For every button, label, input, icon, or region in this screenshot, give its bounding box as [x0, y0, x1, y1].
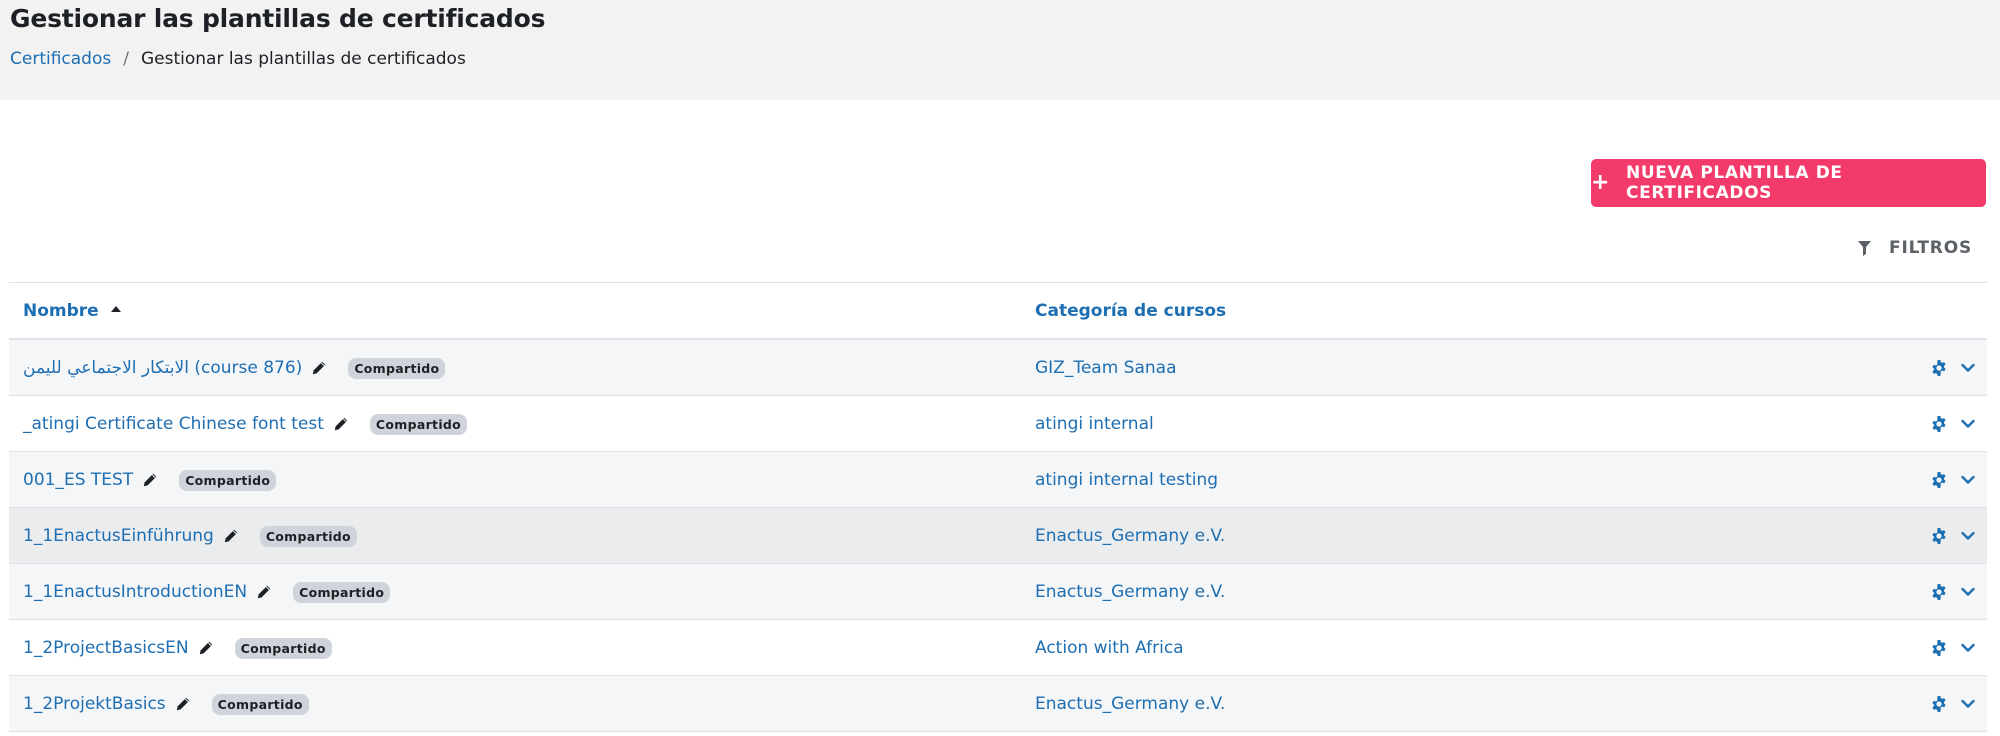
template-name-cell: 001_ES TEST Compartido — [23, 452, 277, 508]
row-actions — [1931, 396, 1975, 452]
template-name-link[interactable]: 1_1EnactusEinführung — [23, 526, 214, 546]
table-row: 1_2ProjektBasics Compartido Enactus_German… — [9, 676, 1987, 732]
settings-gear-icon[interactable] — [1931, 640, 1947, 656]
edit-pencil-icon[interactable] — [334, 417, 348, 431]
edit-pencil-icon[interactable] — [312, 361, 326, 375]
shared-badge: Compartido — [348, 357, 446, 379]
settings-gear-icon[interactable] — [1931, 360, 1947, 376]
template-name-cell: 1_1EnactusIntroductionEN Compartido — [23, 564, 391, 620]
breadcrumb-separator: / — [123, 49, 129, 69]
course-category-cell: atingi internal — [1035, 414, 1154, 434]
chevron-down-icon[interactable] — [1961, 475, 1975, 485]
column-header-category-label: Categoría de cursos — [1035, 301, 1227, 321]
page-header: Gestionar las plantillas de certificados… — [0, 0, 2000, 100]
edit-pencil-icon[interactable] — [199, 641, 213, 655]
template-name-cell: 1_2ProjectBasicsEN Compartido — [23, 620, 332, 676]
course-category-cell: Enactus_Germany e.V. — [1035, 582, 1226, 602]
shared-badge: Compartido — [369, 413, 468, 435]
template-name-link[interactable]: 1_2ProjektBasics — [23, 694, 166, 714]
course-category-cell: atingi internal testing — [1035, 470, 1219, 490]
table-row: 1_1EnactusEinführung Compartido Enactus_Ge… — [9, 508, 1987, 564]
filter-icon — [1858, 240, 1872, 256]
edit-pencil-icon[interactable] — [224, 529, 238, 543]
new-certificate-template-button[interactable]: + NUEVA PLANTILLA DE CERTIFICADOS — [1591, 159, 1986, 207]
settings-gear-icon[interactable] — [1931, 472, 1947, 488]
template-name-cell: _atingi Certificate Chinese font test Com… — [23, 396, 468, 452]
row-actions — [1931, 620, 1975, 676]
plus-icon: + — [1591, 170, 1611, 195]
table-row: _atingi Certificate Chinese font test Com… — [9, 396, 1987, 452]
chevron-down-icon[interactable] — [1961, 587, 1975, 597]
chevron-down-icon[interactable] — [1961, 699, 1975, 709]
shared-badge: Compartido — [211, 693, 309, 715]
row-actions — [1931, 508, 1975, 564]
row-actions — [1931, 564, 1975, 620]
table-body: الابتكار الاجتماعي لليمن (course 876) Com… — [9, 340, 1987, 732]
settings-gear-icon[interactable] — [1931, 584, 1947, 600]
table-row: 001_ES TEST Compartido atingi internal tes… — [9, 452, 1987, 508]
chevron-down-icon[interactable] — [1961, 363, 1975, 373]
template-name-link[interactable]: _atingi Certificate Chinese font test — [23, 414, 324, 434]
column-header-category[interactable]: Categoría de cursos — [1035, 301, 1226, 321]
page-title: Gestionar las plantillas de certificados — [10, 4, 546, 33]
shared-badge: Compartido — [259, 525, 357, 547]
course-category-cell: Action with Africa — [1035, 638, 1184, 658]
certificate-templates-table: Nombre Categoría de cursos الابتكار الاج… — [9, 282, 1987, 732]
settings-gear-icon[interactable] — [1931, 696, 1947, 712]
filters-button[interactable]: FILTROS — [1858, 238, 1972, 258]
template-name-link[interactable]: 1_2ProjectBasicsEN — [23, 638, 189, 658]
course-category-cell: Enactus_Germany e.V. — [1035, 526, 1226, 546]
column-header-name-label: Nombre — [23, 301, 99, 321]
template-name-link[interactable]: 001_ES TEST — [23, 470, 133, 490]
breadcrumb: Certificados / Gestionar las plantillas … — [10, 49, 466, 69]
row-actions — [1931, 676, 1975, 732]
course-category-cell: GIZ_Team Sanaa — [1035, 358, 1177, 378]
shared-badge: Compartido — [234, 637, 332, 659]
settings-gear-icon[interactable] — [1931, 528, 1947, 544]
chevron-down-icon[interactable] — [1961, 419, 1975, 429]
breadcrumb-current: Gestionar las plantillas de certificados — [140, 49, 466, 69]
column-header-name[interactable]: Nombre — [23, 301, 121, 321]
sort-ascending-icon — [110, 306, 121, 312]
row-actions — [1931, 452, 1975, 508]
new-certificate-template-label: NUEVA PLANTILLA DE CERTIFICADOS — [1626, 163, 1843, 203]
template-name-link[interactable]: 1_1EnactusIntroductionEN — [23, 582, 247, 602]
edit-pencil-icon[interactable] — [176, 697, 190, 711]
template-name-cell: 1_2ProjektBasics Compartido — [23, 676, 309, 732]
chevron-down-icon[interactable] — [1961, 643, 1975, 653]
edit-pencil-icon[interactable] — [257, 585, 271, 599]
chevron-down-icon[interactable] — [1961, 531, 1975, 541]
breadcrumb-link-certificados[interactable]: Certificados — [10, 49, 111, 69]
table-row: 1_1EnactusIntroductionEN Compartido Enactu… — [9, 564, 1987, 620]
table-row: الابتكار الاجتماعي لليمن (course 876) Com… — [9, 340, 1987, 396]
template-name-cell: الابتكار الاجتماعي لليمن (course 876) Com… — [23, 340, 446, 396]
table-row: 1_2ProjectBasicsEN Compartido Action with … — [9, 620, 1987, 676]
filters-label: FILTROS — [1889, 238, 1972, 258]
table-header: Nombre Categoría de cursos — [9, 282, 1987, 340]
shared-badge: Compartido — [293, 581, 391, 603]
template-name-cell: 1_1EnactusEinführung Compartido — [23, 508, 357, 564]
shared-badge: Compartido — [179, 469, 277, 491]
row-actions — [1931, 340, 1975, 396]
template-name-link[interactable]: الابتكار الاجتماعي لليمن (course 876) — [23, 358, 302, 378]
edit-pencil-icon[interactable] — [143, 473, 157, 487]
course-category-cell: Enactus_Germany e.V. — [1035, 694, 1226, 714]
settings-gear-icon[interactable] — [1931, 416, 1947, 432]
